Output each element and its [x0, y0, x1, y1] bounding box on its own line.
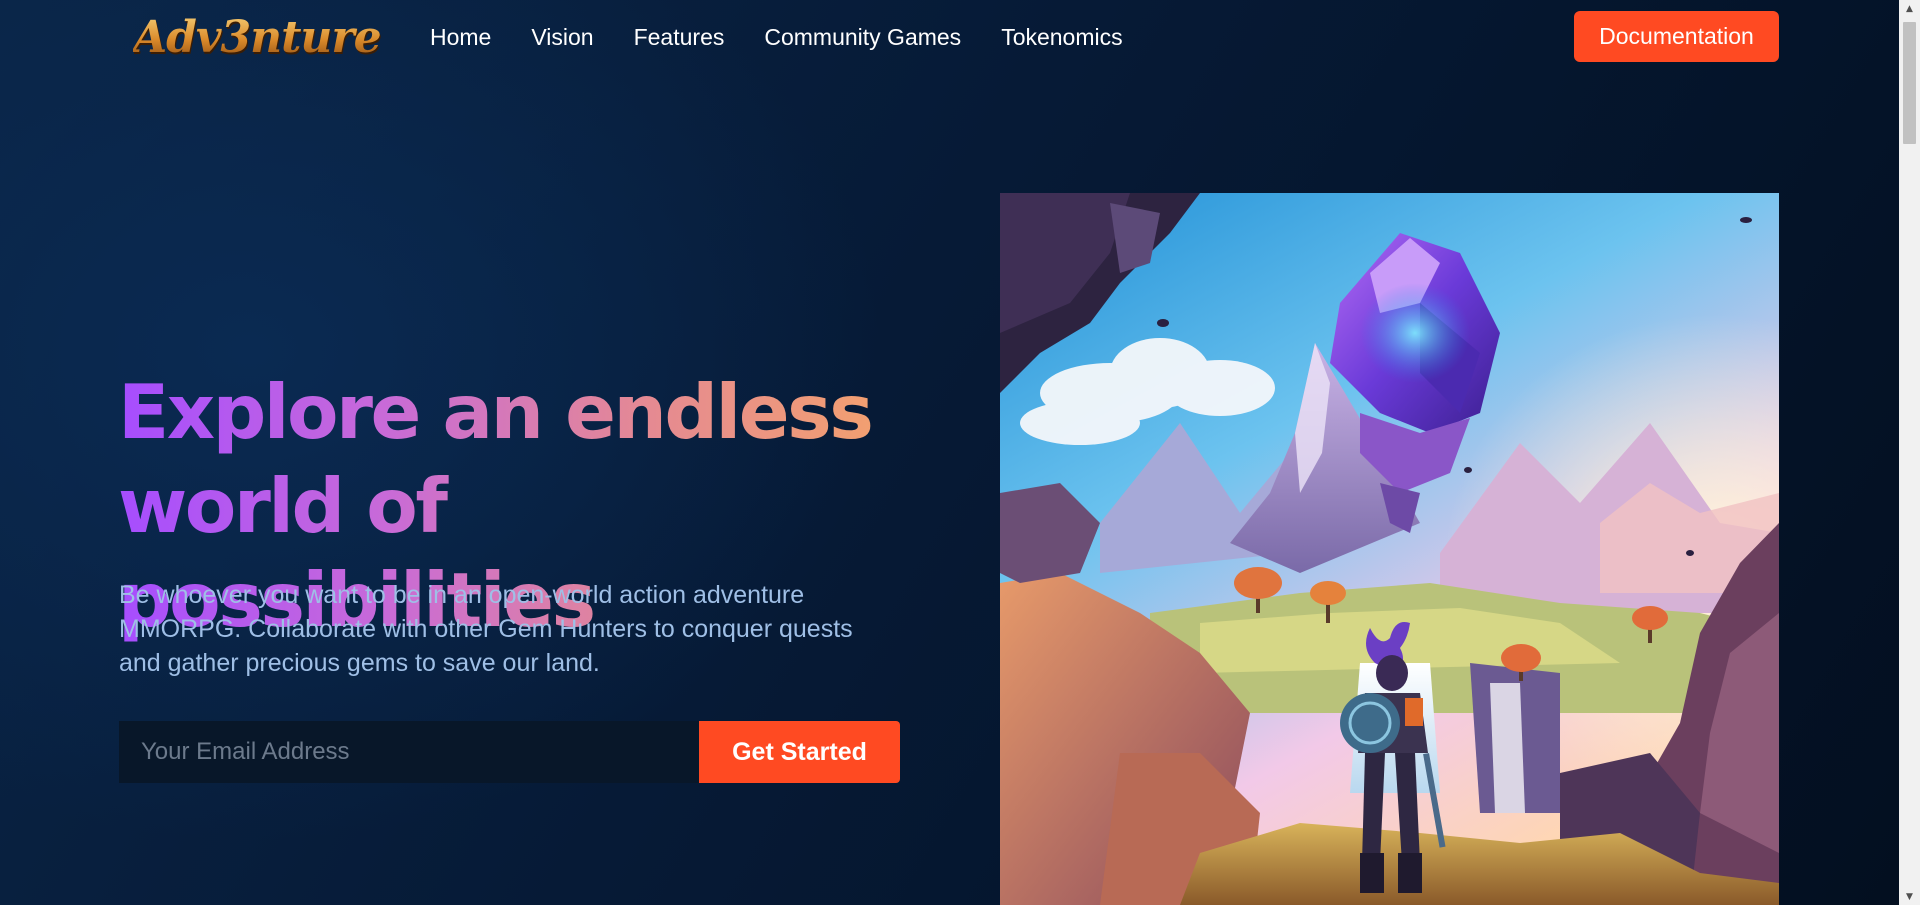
nav-link-vision[interactable]: Vision — [531, 24, 593, 51]
nav-link-home[interactable]: Home — [430, 24, 491, 51]
page-scrollbar[interactable]: ▲ ▼ — [1899, 0, 1920, 905]
documentation-button[interactable]: Documentation — [1574, 11, 1779, 62]
email-input[interactable] — [119, 721, 699, 783]
main-nav: Home Vision Features Community Games Tok… — [430, 22, 1123, 52]
page-viewport: Adv3nture Home Vision Features Community… — [0, 0, 1899, 905]
get-started-button[interactable]: Get Started — [699, 721, 900, 783]
hero-subtitle: Be whoever you want to be in an open-wor… — [119, 581, 853, 677]
triangle-down-icon[interactable]: ▼ — [1899, 888, 1920, 905]
hero-illustration — [1000, 193, 1779, 905]
logo-text: Adv3nture — [133, 11, 382, 63]
site-logo[interactable]: Adv3nture — [133, 10, 382, 64]
hero-title-line-1: Explore an endless — [118, 368, 872, 456]
signup-form: Get Started — [119, 721, 900, 783]
nav-link-community-games[interactable]: Community Games — [764, 24, 961, 51]
triangle-up-icon[interactable]: ▲ — [1899, 0, 1920, 17]
scrollbar-thumb[interactable] — [1903, 22, 1916, 144]
nav-link-features[interactable]: Features — [634, 24, 725, 51]
nav-link-tokenomics[interactable]: Tokenomics — [1001, 24, 1122, 51]
